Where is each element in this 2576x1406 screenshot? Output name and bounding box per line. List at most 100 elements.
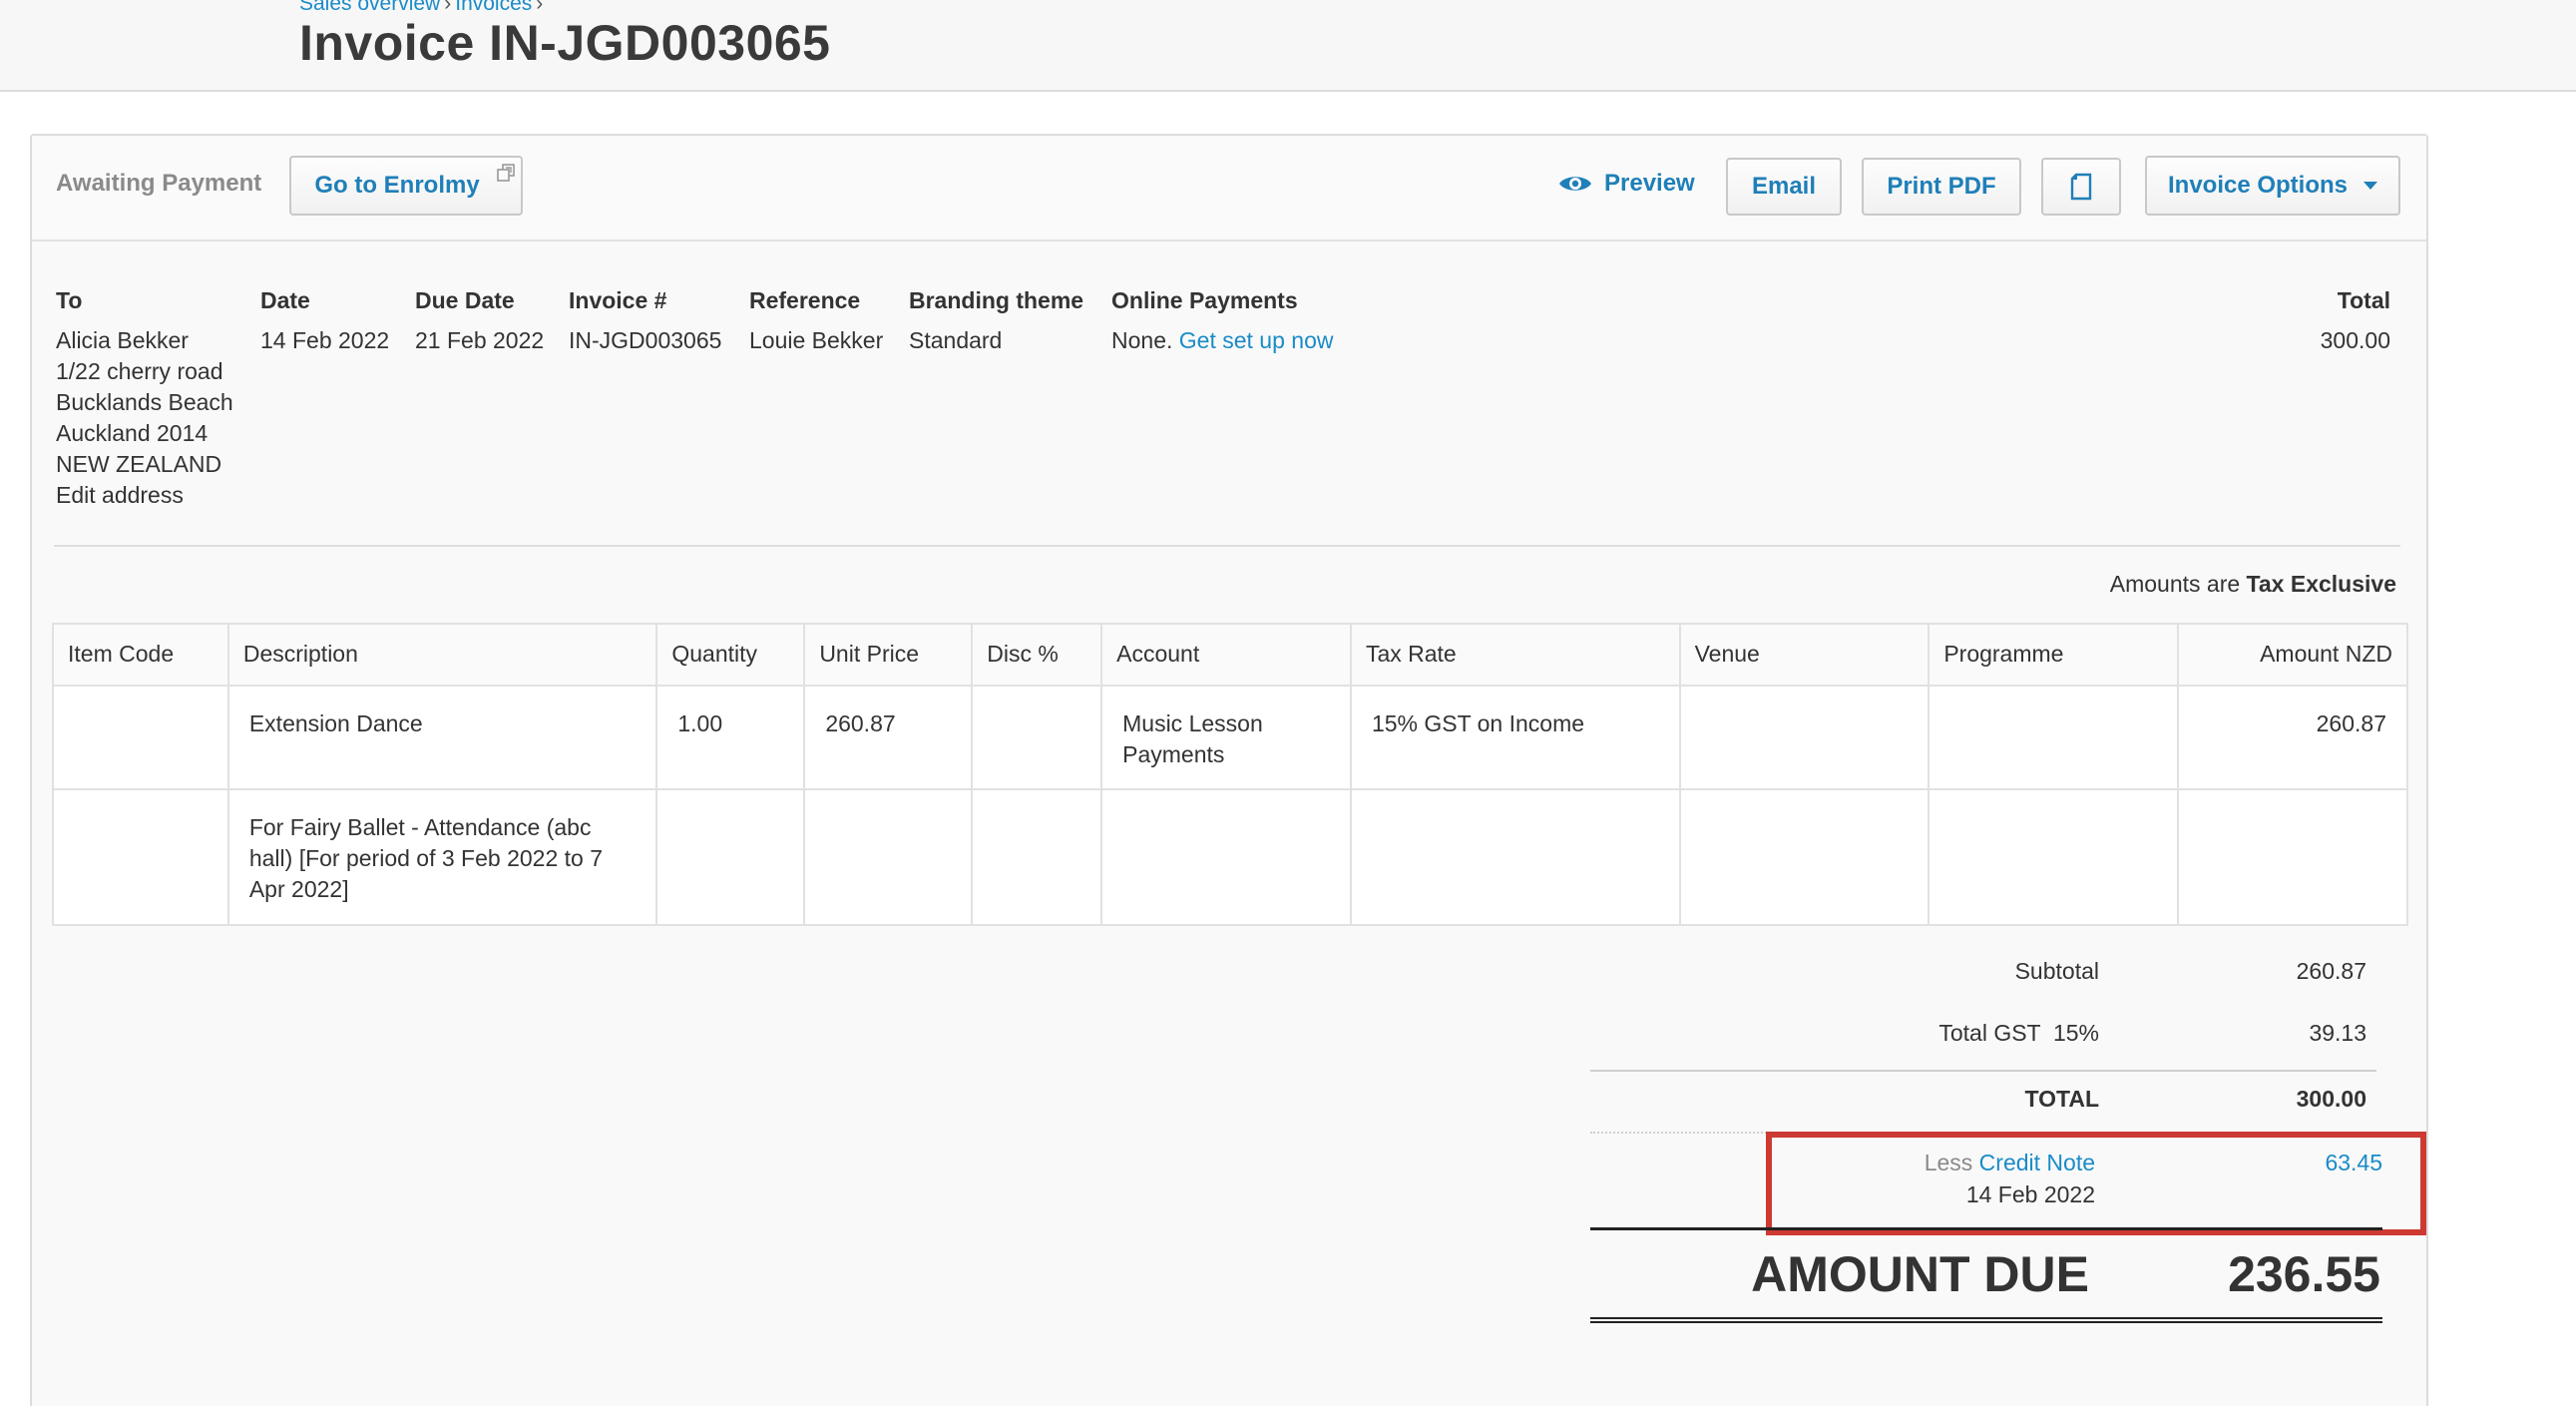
due-date-heading: Due Date [415,287,515,313]
address-line: Bucklands Beach [56,389,233,415]
venue-cell [1678,685,1931,790]
to-heading: To [56,287,83,313]
invoice-date: 14 Feb 2022 [260,327,390,353]
discount-cell [971,788,1103,926]
amount-due-value: 236.55 [2228,1246,2380,1302]
to-column: To Alicia Bekker 1/22 cherry road Buckla… [56,285,233,511]
total-label: TOTAL [2024,1086,2099,1112]
account-cell: Music Lesson Payments [1100,685,1352,790]
subtotal-row: Subtotal 260.87 [1560,958,2388,998]
less-label: Less [1924,1150,1973,1175]
line-items-table: Item Code Description Quantity Unit Pric… [52,623,2408,926]
email-button[interactable]: Email [1726,158,1842,216]
total-column: Total 300.00 [2321,285,2390,356]
invoice-number: IN-JGD003065 [569,327,722,353]
tax-rate-cell [1349,788,1681,926]
status-badge: Awaiting Payment [56,170,262,197]
table-row[interactable]: Extension Dance 1.00 260.87 Music Lesson… [52,685,2408,790]
quantity-cell: 1.00 [655,685,806,790]
column-header: Description [226,623,658,687]
edit-address-link[interactable]: Edit address [56,480,233,511]
online-payments-none: None. [1111,327,1173,353]
reference-heading: Reference [749,287,861,313]
divider [1590,1227,2382,1230]
caret-down-icon [2363,182,2378,190]
amount-cell [2177,788,2408,926]
column-header: Disc % [971,623,1103,687]
gst-value: 39.13 [2309,1020,2366,1046]
copy-button[interactable] [2041,158,2121,216]
invoice-options-label: Invoice Options [2167,172,2349,199]
gst-row: Total GST 15% 39.13 [1560,1020,2388,1060]
account-cell [1100,788,1352,926]
page-header: Sales overview › Invoices › Invoice IN-JGD0… [0,0,2576,92]
breadcrumb-sales-overview[interactable]: Sales overview [299,0,440,15]
breadcrumb-separator: › [536,0,544,15]
branding-heading: Branding theme [909,287,1084,313]
tax-rate-cell: 15% GST on Income [1349,685,1681,790]
branding-theme: Standard [909,327,1003,353]
tax-mode-value: Tax Exclusive [2246,571,2396,597]
breadcrumb-separator: › [444,0,452,15]
branding-column: Branding theme Standard [909,285,1083,356]
date-column: Date 14 Feb 2022 [260,285,389,356]
due-date: 21 Feb 2022 [415,327,545,353]
column-header: Amount NZD [2177,623,2408,687]
divider [54,545,2400,547]
amount-cell: 260.87 [2177,685,2408,790]
credit-note-link[interactable]: Credit Note [1979,1150,2095,1175]
preview-label: Preview [1604,170,1695,197]
address-line: 1/22 cherry road [56,358,223,384]
subtotal-value: 260.87 [2296,958,2366,984]
credit-note-date: 14 Feb 2022 [1965,1181,2095,1207]
page-title: Invoice IN-JGD003065 [299,15,831,71]
column-header: Account [1100,623,1352,687]
column-header: Venue [1678,623,1931,687]
unit-price-cell: 260.87 [803,685,974,790]
column-header: Tax Rate [1349,623,1681,687]
column-header: Programme [1928,623,2180,687]
breadcrumb-invoices[interactable]: Invoices [455,0,532,15]
column-header: Quantity [655,623,806,687]
total-heading: Total [2337,287,2390,313]
online-payments-heading: Online Payments [1111,287,1298,313]
divider [1590,1317,2382,1323]
address-line: Auckland 2014 [56,420,209,446]
column-header: Item Code [52,623,229,687]
contact-name-link[interactable]: Alicia Bekker [56,325,233,356]
online-payments-value: None. Get set up now [1111,325,1333,356]
preview-button[interactable]: Preview [1558,170,1695,198]
due-date-column: Due Date 21 Feb 2022 [415,285,544,356]
print-pdf-button[interactable]: Print PDF [1862,158,2021,216]
get-set-up-link[interactable]: Get set up now [1179,327,1334,353]
external-link-icon [497,164,515,182]
total-value: 300.00 [2296,1086,2366,1112]
address-line: NEW ZEALAND [56,451,222,477]
tax-mode-prefix: Amounts are [2109,571,2241,597]
description-cell: Extension Dance [226,685,658,790]
invoice-options-dropdown[interactable]: Invoice Options [2145,156,2400,216]
reference-column: Reference Louie Bekker [749,285,883,356]
invoice-number-column: Invoice # IN-JGD003065 [569,285,721,356]
column-header: Unit Price [803,623,974,687]
item-code-cell [52,788,229,926]
credit-note-label: Less Credit Note [1925,1150,2095,1176]
credit-note-amount[interactable]: 63.45 [2325,1150,2382,1176]
divider [1590,1070,2376,1072]
subtotal-label: Subtotal [2014,958,2099,984]
quantity-cell [655,788,806,926]
online-payments-column: Online Payments None. Get set up now [1111,285,1333,356]
reference: Louie Bekker [749,327,884,353]
description-cell: For Fairy Ballet - Attendance (abc hall)… [226,788,658,926]
tax-mode-note: Amounts are Tax Exclusive [2110,571,2396,598]
total-row: TOTAL 300.00 [1560,1086,2388,1126]
go-to-enrolmy-button[interactable]: Go to Enrolmy [289,156,523,216]
table-row[interactable]: For Fairy Ballet - Attendance (abc hall)… [52,788,2408,926]
amount-due-label: AMOUNT DUE [1751,1246,2089,1302]
credit-note-highlight: Less Credit Note 14 Feb 2022 63.45 [1766,1132,2426,1235]
programme-cell [1928,685,2180,790]
unit-price-cell [803,788,974,926]
venue-cell [1678,788,1931,926]
table-header-row: Item Code Description Quantity Unit Pric… [52,623,2408,687]
copy-icon [2070,173,2092,201]
